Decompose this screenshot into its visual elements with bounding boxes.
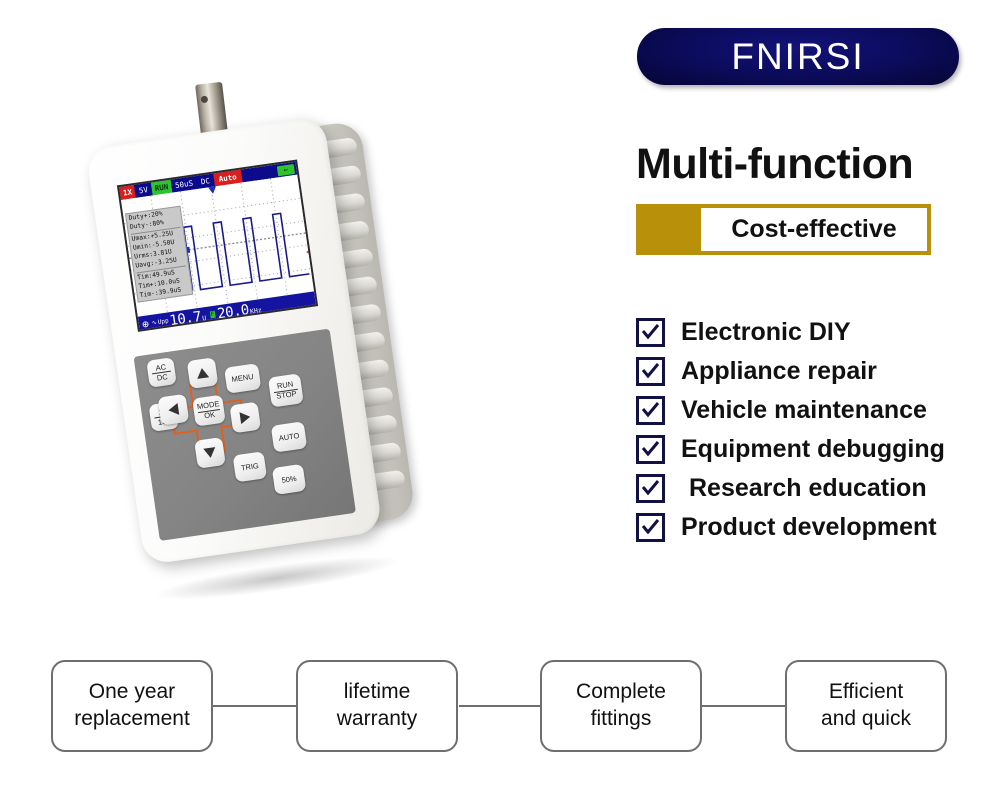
feature-box: lifetime warranty (296, 660, 458, 752)
feature-line-1: Efficient (828, 680, 904, 704)
checklist-item-label: Vehicle maintenance (681, 395, 927, 424)
oscilloscope-product-image: 1X 5V RUN 50uS DC Auto ← Duty+:20% Duty-… (85, 60, 472, 609)
cost-effective-badge-inner: Cost-effective (701, 208, 927, 251)
checklist-item-label: Appliance repair (681, 356, 877, 385)
feature-box: Efficient and quick (785, 660, 947, 752)
ac-dc-button[interactable]: AC DC (146, 357, 177, 388)
run-stop-button[interactable]: RUN STOP (267, 373, 304, 408)
use-case-checklist: Electronic DIY Appliance repair Vehicle … (636, 317, 945, 542)
checklist-item-label: Research education (689, 473, 927, 502)
frequency-unit: KHz (249, 305, 263, 316)
checklist-item: Appliance repair (636, 356, 945, 386)
checklist-item: Vehicle maintenance (636, 395, 945, 425)
feature-box: One year replacement (51, 660, 213, 752)
service-guarantee-bar: One year replacement lifetime warranty C… (0, 660, 1000, 770)
right-arrow-button[interactable] (229, 401, 262, 434)
handheld-oscilloscope-device: 1X 5V RUN 50uS DC Auto ← Duty+:20% Duty-… (85, 81, 417, 566)
connector-line (702, 705, 786, 707)
trig-label: TRIG (240, 460, 260, 473)
checklist-item-label: Equipment debugging (681, 434, 945, 463)
feature-box: Complete fittings (540, 660, 702, 752)
left-arrow-button[interactable] (157, 393, 190, 426)
up-arrow-button[interactable] (186, 357, 219, 389)
up-arrow-icon (197, 368, 210, 379)
frequency-label: F (209, 310, 216, 319)
fifty-percent-button[interactable]: 50% (271, 463, 307, 495)
checklist-item: Research education (636, 473, 945, 503)
bnc-connector-hole (200, 95, 209, 104)
vpp-unit: U (201, 313, 207, 323)
checkbox-checked-icon (636, 356, 665, 386)
trig-button[interactable]: TRIG (232, 451, 268, 483)
page-title: Multi-function (636, 140, 914, 188)
feature-line-1: Complete (576, 680, 666, 704)
connector-line (459, 705, 543, 707)
checkbox-checked-icon (636, 434, 665, 464)
vpp-label: Upp (157, 317, 170, 326)
left-arrow-icon (168, 403, 180, 415)
cost-effective-badge: Cost-effective (636, 204, 931, 255)
auto-label: AUTO (278, 430, 300, 443)
checkbox-checked-icon (636, 512, 665, 542)
connector-line (213, 705, 297, 707)
feature-line-2: warranty (336, 707, 418, 730)
cost-effective-label: Cost-effective (731, 215, 897, 243)
checkbox-checked-icon (636, 317, 665, 347)
feature-line-2: replacement (74, 707, 190, 730)
feature-line-1: lifetime (343, 680, 411, 704)
checklist-item: Electronic DIY (636, 317, 945, 347)
feature-line-1: One year (88, 680, 176, 704)
checklist-item: Product development (636, 512, 945, 542)
checkbox-checked-icon (636, 473, 665, 503)
ok-label: OK (203, 409, 216, 421)
mode-ok-button[interactable]: MODE OK (192, 394, 226, 427)
battery-icon: ← (276, 163, 295, 176)
checklist-item-label: Product development (681, 512, 937, 541)
feature-line-2: and quick (821, 707, 911, 730)
vpp-value: 10.7 (168, 308, 203, 329)
frequency-value: 20.0 (216, 301, 250, 322)
wave-icon: ∿ (151, 319, 158, 327)
feature-line-2: fittings (590, 707, 652, 730)
menu-label: MENU (231, 371, 255, 385)
ac-dc-bottom-label: DC (156, 371, 169, 383)
checklist-item-label: Electronic DIY (681, 317, 851, 346)
checkbox-checked-icon (636, 395, 665, 425)
down-arrow-button[interactable] (194, 437, 226, 469)
fifty-percent-label: 50% (280, 473, 298, 485)
stop-label: STOP (275, 388, 298, 401)
down-arrow-icon (203, 447, 216, 458)
auto-button[interactable]: AUTO (270, 421, 308, 453)
brand-banner: FNIRSI (637, 28, 959, 85)
oscilloscope-screen: 1X 5V RUN 50uS DC Auto ← Duty+:20% Duty-… (116, 159, 319, 332)
device-keypad: AC DC 1X 10X (133, 328, 356, 541)
brand-name: FNIRSI (731, 35, 865, 77)
right-arrow-icon (239, 412, 251, 425)
menu-button[interactable]: MENU (224, 363, 262, 394)
product-marketing-page: 1X 5V RUN 50uS DC Auto ← Duty+:20% Duty-… (0, 0, 1000, 807)
checklist-item: Equipment debugging (636, 434, 945, 464)
